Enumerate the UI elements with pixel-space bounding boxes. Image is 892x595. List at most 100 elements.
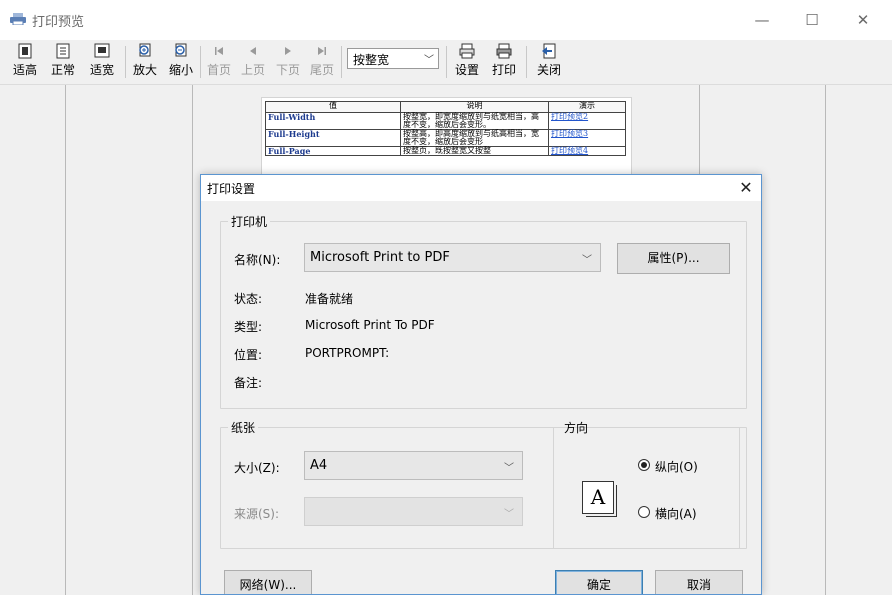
zoom-out-icon xyxy=(175,43,187,57)
prev-page-button[interactable]: 上页 xyxy=(238,43,268,81)
first-page-button[interactable]: 首页 xyxy=(204,43,234,81)
page-guide-line xyxy=(825,85,826,595)
window-close-button[interactable]: ✕ xyxy=(848,8,878,32)
orientation-group-label: 方向 xyxy=(564,421,589,435)
table-cell-desc: 按整高，即高度缩放到与纸高相当，宽度不变，缩放后会变形 xyxy=(400,129,549,147)
page-guide-line xyxy=(192,85,193,595)
cancel-button[interactable]: 取消 xyxy=(655,570,743,594)
window-titlebar: 打印预览 — ☐ ✕ xyxy=(0,0,892,40)
page-setup-icon xyxy=(459,43,475,59)
chevron-down-icon: ﹀ xyxy=(424,55,434,66)
zoom-in-icon xyxy=(139,43,151,57)
table-row: Full-Height 按整高，即高度缩放到与纸高相当，宽度不变，缩放后会变形 … xyxy=(265,129,626,147)
normal-size-label: 正常 xyxy=(50,63,75,77)
zoom-mode-select[interactable]: 按整宽 ﹀ xyxy=(347,48,439,69)
table-header: 说明 xyxy=(400,101,549,113)
printer-name-value: Microsoft Print to PDF xyxy=(310,250,450,265)
type-value: Microsoft Print To PDF xyxy=(305,318,435,332)
where-label: 位置: xyxy=(234,348,263,362)
printer-group-label: 打印机 xyxy=(231,215,268,229)
toolbar-separator xyxy=(341,46,342,78)
landscape-label[interactable]: 横向(A) xyxy=(655,505,697,522)
print-icon xyxy=(496,43,512,59)
fit-height-label: 适高 xyxy=(12,63,37,77)
printer-name-select[interactable]: Microsoft Print to PDF ﹀ xyxy=(304,243,601,272)
table-cell-link[interactable]: 打印预览3 xyxy=(548,129,626,147)
where-value: PORTPROMPT: xyxy=(305,346,390,360)
table-row: Full-Page 按整页，既按整宽又按整 打印预览4 xyxy=(265,146,626,156)
last-page-icon xyxy=(318,47,326,55)
table-cell-desc: 按整宽，即宽度缩放到与纸宽相当，高度不变，缩放后会变形。 xyxy=(400,112,549,130)
ok-button[interactable]: 确定 xyxy=(555,570,643,594)
toolbar-separator xyxy=(125,46,126,78)
last-page-label: 尾页 xyxy=(309,63,334,77)
table-header: 演示 xyxy=(548,101,626,113)
prev-page-label: 上页 xyxy=(240,63,265,77)
next-page-button[interactable]: 下页 xyxy=(273,43,303,81)
table-row: Full-Width 按整宽，即宽度缩放到与纸宽相当，高度不变，缩放后会变形。 … xyxy=(265,112,626,130)
printer-name-label: 名称(N): xyxy=(234,253,281,267)
exit-icon xyxy=(542,43,556,59)
print-label: 打印 xyxy=(491,63,516,77)
table-cell-value: Full-Height xyxy=(265,129,401,147)
table-cell-desc: 按整页，既按整宽又按整 xyxy=(400,146,549,156)
document-table: 值 说明 演示 Full-Width 按整宽，即宽度缩放到与纸宽相当，高度不变，… xyxy=(265,101,626,156)
page-orientation-letter: A xyxy=(590,485,606,509)
table-cell-link[interactable]: 打印预览2 xyxy=(548,112,626,130)
close-preview-label: 关闭 xyxy=(536,63,561,77)
fit-height-button[interactable]: 适高 xyxy=(11,43,39,81)
page-orientation-icon: A xyxy=(582,481,617,517)
fit-width-icon xyxy=(94,43,110,58)
page-setup-button[interactable]: 设置 xyxy=(452,43,482,81)
prev-page-icon xyxy=(250,47,256,55)
comment-label: 备注: xyxy=(234,376,263,390)
table-cell-value: Full-Width xyxy=(265,112,401,130)
table-header-row: 值 说明 演示 xyxy=(265,101,626,113)
paper-source-select[interactable]: ﹀ xyxy=(304,497,523,526)
portrait-label[interactable]: 纵向(O) xyxy=(655,458,698,475)
zoom-out-button[interactable]: 缩小 xyxy=(166,43,196,81)
toolbar-separator xyxy=(446,46,447,78)
maximize-button[interactable]: ☐ xyxy=(797,8,827,32)
dialog-titlebar: 打印设置 ✕ xyxy=(201,175,761,201)
first-page-icon xyxy=(215,47,223,55)
minimize-button[interactable]: — xyxy=(747,8,777,32)
paper-group-label: 纸张 xyxy=(231,421,256,435)
first-page-label: 首页 xyxy=(206,63,231,77)
normal-size-icon xyxy=(56,43,70,59)
zoom-out-label: 缩小 xyxy=(168,63,193,77)
toolbar-separator xyxy=(200,46,201,78)
last-page-button[interactable]: 尾页 xyxy=(307,43,337,81)
dialog-title: 打印设置 xyxy=(207,182,256,196)
chevron-down-icon: ﹀ xyxy=(582,255,592,266)
page-setup-label: 设置 xyxy=(454,63,479,77)
network-button[interactable]: 网络(W)... xyxy=(224,570,312,594)
properties-button[interactable]: 属性(P)... xyxy=(617,243,730,274)
print-settings-dialog: 打印设置 ✕ 打印机 名称(N): Microsoft Print to PDF… xyxy=(200,174,762,595)
print-button[interactable]: 打印 xyxy=(489,43,519,81)
table-header: 值 xyxy=(265,101,401,113)
zoom-in-label: 放大 xyxy=(132,63,157,77)
window-title: 打印预览 xyxy=(32,15,85,30)
status-value: 准备就绪 xyxy=(305,292,354,306)
landscape-radio[interactable] xyxy=(638,506,650,518)
toolbar: 适高 正常 适宽 放大 缩小 首页 上页 下页 尾页 设置 打印 关闭 xyxy=(0,40,892,85)
fit-width-button[interactable]: 适宽 xyxy=(87,43,117,81)
table-cell-link[interactable]: 打印预览4 xyxy=(548,146,626,156)
next-page-label: 下页 xyxy=(275,63,300,77)
normal-size-button[interactable]: 正常 xyxy=(49,43,77,81)
type-label: 类型: xyxy=(234,320,263,334)
printer-icon xyxy=(10,13,26,25)
paper-source-label: 来源(S): xyxy=(234,507,280,521)
paper-size-select[interactable]: A4 ﹀ xyxy=(304,451,523,480)
dialog-close-button[interactable]: ✕ xyxy=(735,177,757,199)
status-label: 状态: xyxy=(234,292,263,306)
close-preview-button[interactable]: 关闭 xyxy=(534,43,564,81)
fit-width-label: 适宽 xyxy=(89,63,114,77)
chevron-down-icon: ﹀ xyxy=(504,463,514,474)
toolbar-separator xyxy=(526,46,527,78)
page-guide-line xyxy=(65,85,66,595)
portrait-radio[interactable] xyxy=(638,459,650,471)
fit-height-icon xyxy=(18,43,32,59)
zoom-in-button[interactable]: 放大 xyxy=(130,43,160,81)
